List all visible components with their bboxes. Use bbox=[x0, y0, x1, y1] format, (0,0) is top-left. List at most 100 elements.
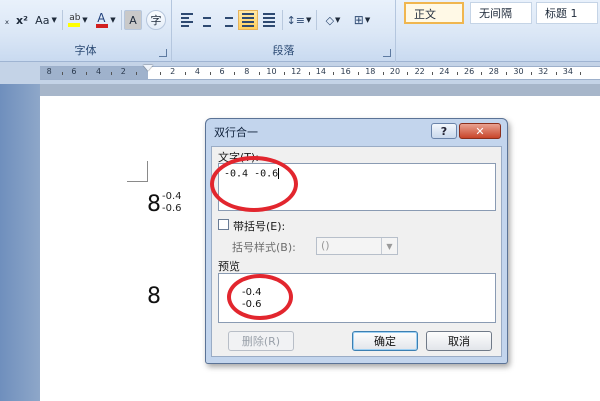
ruler-number: 32 bbox=[538, 67, 549, 76]
ruler-strip: 8 6 4 2 2 4 6 8 10 12 14 16 18 20 22 24 26 28 30 32 34 bbox=[40, 65, 600, 80]
ruler-tick bbox=[283, 72, 285, 75]
ruler-tick bbox=[382, 72, 384, 75]
ruler-tick bbox=[259, 72, 261, 75]
ruler-tick bbox=[506, 72, 508, 75]
ruler-tick bbox=[456, 72, 458, 75]
preview-text: -0.4 -0.6 bbox=[242, 287, 262, 311]
style-normal[interactable]: 正文 bbox=[404, 2, 464, 24]
ruler-tick bbox=[555, 72, 557, 75]
ruler-number: 2 bbox=[170, 67, 176, 76]
ruler-number: 20 bbox=[389, 67, 401, 76]
dialog-launcher-icon[interactable] bbox=[159, 49, 167, 57]
close-icon: ✕ bbox=[475, 124, 485, 138]
justify-button[interactable] bbox=[238, 10, 258, 30]
ruler-number: 14 bbox=[315, 67, 326, 76]
enclose-char-button[interactable]: 字 bbox=[146, 10, 166, 30]
dialog-title: 双行合一 bbox=[214, 126, 258, 139]
ruler-tick bbox=[530, 72, 532, 75]
style-heading-1[interactable]: 标题 1 bbox=[536, 2, 598, 24]
combine-lines-dialog: 双行合一 ? ✕ 文字(T): -0.4 -0.6 带括号(E): 括号样式(B… bbox=[205, 118, 508, 364]
ruler-tick bbox=[61, 72, 63, 75]
style-no-spacing-label: 无间隔 bbox=[479, 7, 512, 20]
ruler-number: 8 bbox=[46, 67, 52, 76]
ruler-number: 6 bbox=[219, 67, 225, 76]
ruler-tick bbox=[333, 72, 335, 75]
ruler-tick bbox=[407, 72, 409, 75]
ruler-number: 4 bbox=[96, 67, 102, 76]
shading-button[interactable]: ◇ ▼ bbox=[320, 10, 346, 30]
change-case-button[interactable]: Aa ▼ bbox=[32, 10, 60, 30]
doc-combined-bottom: -0.6 bbox=[162, 203, 182, 214]
styles-group: 正文 无间隔 标题 1 bbox=[396, 0, 600, 62]
ruler-number: 24 bbox=[439, 67, 450, 76]
ruler-tick bbox=[110, 72, 112, 75]
font-group: ₓ x² Aa ▼ ab ▼ A ▼ A 字 字体 bbox=[0, 0, 172, 62]
chevron-down-icon: ▼ bbox=[381, 238, 397, 254]
ruler-number: 6 bbox=[71, 67, 77, 76]
ribbon-separator bbox=[121, 10, 122, 30]
ruler-number: 8 bbox=[244, 67, 250, 76]
horizontal-ruler[interactable]: 8 6 4 2 2 4 6 8 10 12 14 16 18 20 22 24 26 28 30 32 34 bbox=[0, 62, 600, 84]
bracket-checkbox-label: 带括号(E): bbox=[233, 220, 286, 233]
char-shading-button[interactable]: A bbox=[124, 10, 142, 30]
ruler-left-margin bbox=[40, 67, 148, 79]
bracket-style-select[interactable]: () ▼ bbox=[316, 237, 398, 255]
subscript-button-partial[interactable]: ₓ bbox=[2, 10, 12, 30]
borders-button[interactable]: ⊞ ▼ bbox=[348, 10, 376, 30]
ruler-number: 2 bbox=[120, 67, 126, 76]
line-spacing-icon: ↕≡ bbox=[286, 13, 306, 27]
delete-button[interactable]: 删除(R) bbox=[228, 331, 294, 351]
ruler-number: 28 bbox=[488, 67, 499, 76]
superscript-button[interactable]: x² bbox=[14, 10, 30, 30]
ok-button[interactable]: 确定 bbox=[352, 331, 418, 351]
preview-top: -0.4 bbox=[242, 287, 262, 298]
align-right-button[interactable] bbox=[218, 10, 236, 30]
close-button[interactable]: ✕ bbox=[459, 123, 501, 139]
doc-line2-base: 8 bbox=[147, 284, 161, 309]
doc-combined-top: -0.4 bbox=[162, 191, 182, 202]
dialog-client: 文字(T): -0.4 -0.6 带括号(E): 括号样式(B): () ▼ 预… bbox=[211, 146, 502, 357]
bracket-style-value: () bbox=[321, 239, 330, 252]
line-spacing-button[interactable]: ↕≡ ▼ bbox=[286, 10, 312, 30]
help-button[interactable]: ? bbox=[431, 123, 457, 139]
doc-line1-base: 8 bbox=[147, 192, 161, 217]
ruler-tick bbox=[209, 72, 211, 75]
align-center-button[interactable] bbox=[198, 10, 216, 30]
dialog-launcher-icon[interactable] bbox=[383, 49, 391, 57]
ruler-number: 26 bbox=[464, 67, 475, 76]
align-center-icon bbox=[201, 13, 213, 27]
chevron-down-icon: ▼ bbox=[110, 16, 116, 24]
ruler-number: 12 bbox=[291, 67, 302, 76]
change-case-label: Aa bbox=[35, 13, 50, 27]
font-color-button[interactable]: A ▼ bbox=[93, 10, 119, 30]
dialog-titlebar[interactable]: 双行合一 ? ✕ bbox=[206, 119, 507, 143]
paint-bucket-icon: ◇ bbox=[325, 13, 335, 27]
style-normal-label: 正文 bbox=[414, 8, 436, 21]
ruler-number: 30 bbox=[513, 67, 524, 76]
first-line-indent-marker[interactable] bbox=[143, 65, 153, 71]
left-gutter bbox=[0, 84, 40, 401]
text-input[interactable]: -0.4 -0.6 bbox=[218, 163, 496, 211]
ruler-tick bbox=[234, 72, 236, 75]
align-left-button[interactable] bbox=[178, 10, 196, 30]
ruler-tick bbox=[481, 72, 483, 75]
ruler-number: 16 bbox=[340, 67, 351, 76]
cancel-button[interactable]: 取消 bbox=[426, 331, 492, 351]
ruler-number: 18 bbox=[365, 67, 376, 76]
font-color-icon: A bbox=[96, 11, 109, 28]
highlighter-icon: ab bbox=[68, 13, 81, 27]
ruler-tick bbox=[185, 72, 187, 75]
ruler-number: 4 bbox=[194, 67, 200, 76]
highlight-color-button[interactable]: ab ▼ bbox=[65, 10, 91, 30]
borders-icon: ⊞ bbox=[353, 13, 364, 27]
bracket-checkbox[interactable] bbox=[218, 219, 229, 230]
style-no-spacing[interactable]: 无间隔 bbox=[470, 2, 532, 24]
distribute-button[interactable] bbox=[260, 10, 278, 30]
ruler-number: 34 bbox=[562, 67, 573, 76]
ruler-tick bbox=[308, 72, 310, 75]
ruler-tick bbox=[160, 72, 162, 75]
ribbon-separator bbox=[316, 10, 317, 30]
ruler-number: 10 bbox=[266, 67, 277, 76]
ribbon-separator bbox=[62, 10, 63, 30]
ribbon: ₓ x² Aa ▼ ab ▼ A ▼ A 字 字体 ↕≡ ▼ ◇ ▼ ⊞ ▼ 段… bbox=[0, 0, 600, 62]
